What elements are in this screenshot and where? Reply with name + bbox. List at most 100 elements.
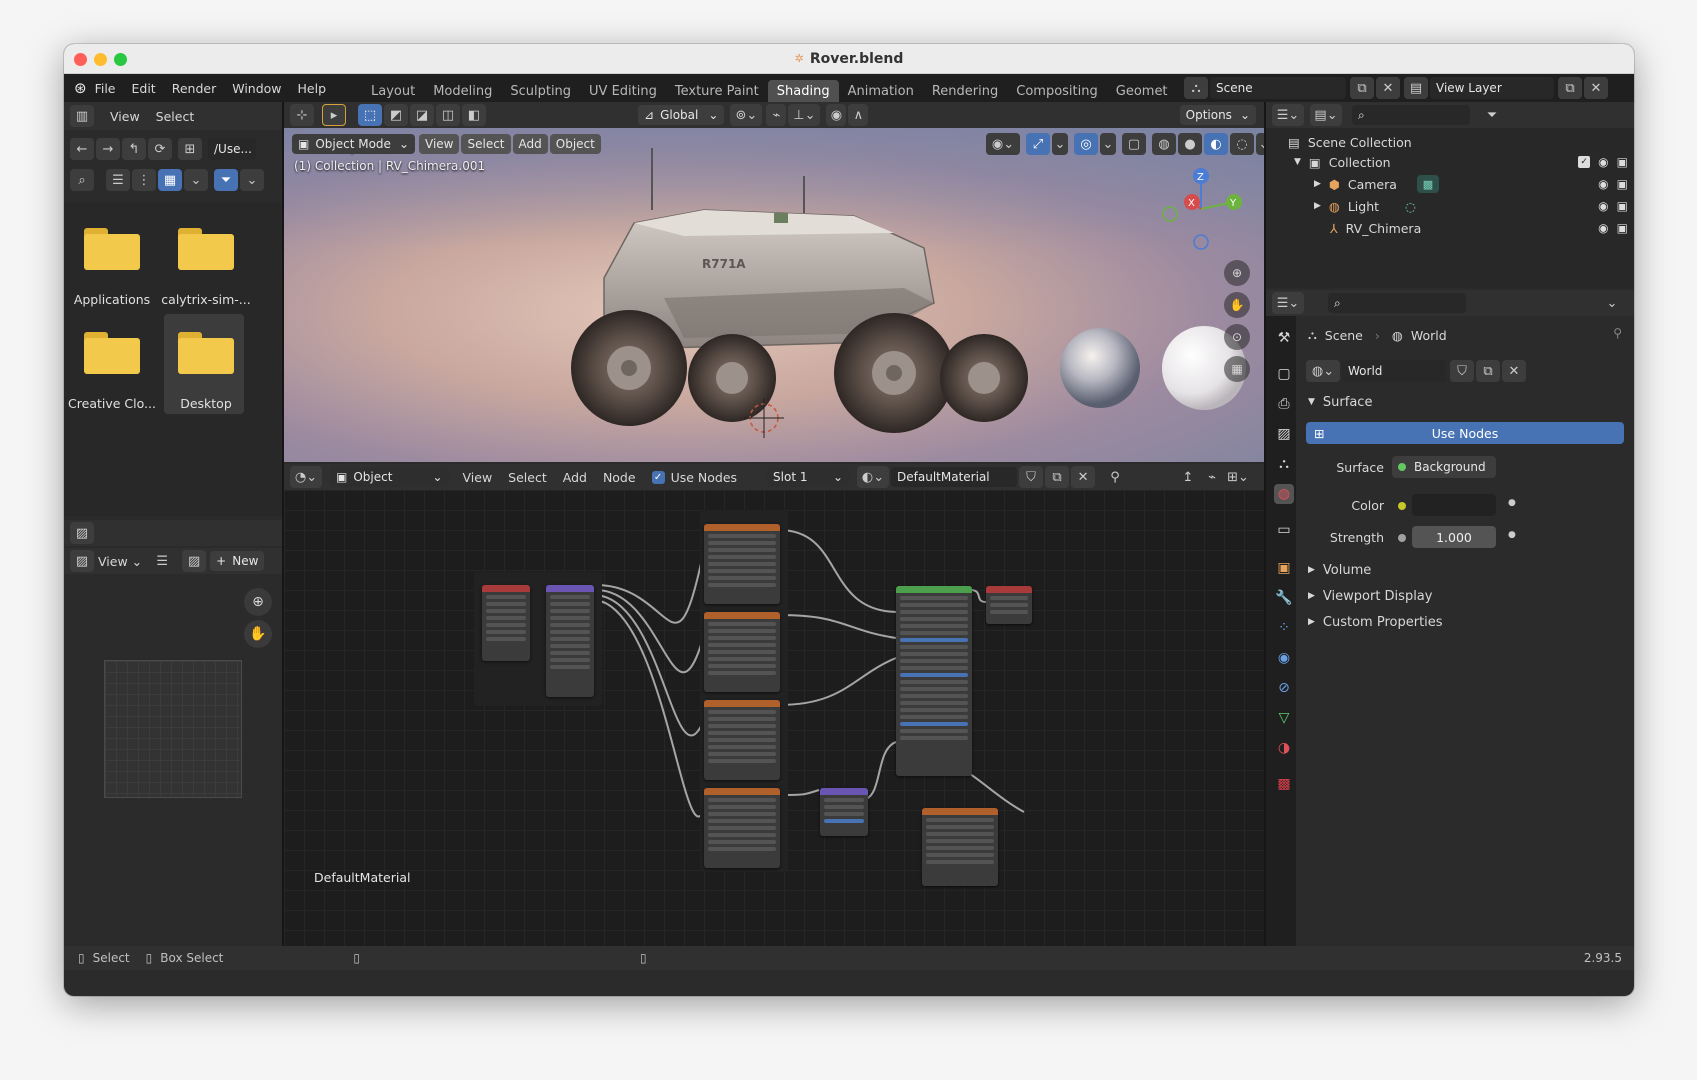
visibility-icon[interactable]: ◉⌄	[986, 133, 1020, 155]
viewport-view-menu[interactable]: View	[419, 134, 460, 154]
duplicate-world-icon[interactable]: ⧉	[1476, 360, 1500, 382]
physics-tab-icon[interactable]: ◉	[1274, 648, 1294, 668]
viewport-add-menu[interactable]: Add	[512, 134, 548, 154]
viewport-object-menu[interactable]: Object	[549, 134, 601, 154]
modifier-wrench-icon[interactable]: 🔧	[1274, 588, 1294, 608]
view-layer-tab-icon[interactable]: ▨	[1274, 424, 1294, 444]
menu-render[interactable]: Render	[172, 81, 217, 96]
scene-name-field[interactable]: Scene	[1210, 77, 1346, 99]
scene-tab-icon[interactable]: ⛬	[1274, 454, 1294, 474]
tab-uv-editing[interactable]: UV Editing	[580, 80, 666, 102]
file-browser-view-menu[interactable]: View	[110, 109, 140, 124]
folder-label[interactable]: calytrix-sim-...	[158, 292, 254, 307]
light-data-icon[interactable]: ◌	[1405, 199, 1416, 214]
menu-file[interactable]: File	[95, 81, 116, 96]
world-name-field[interactable]: World	[1342, 360, 1446, 382]
snap-icon[interactable]: ⌁	[766, 104, 787, 126]
color-socket-icon[interactable]	[1398, 502, 1406, 510]
keyframe-dot-icon[interactable]: ●	[1508, 530, 1516, 540]
forward-arrow-icon[interactable]: →	[96, 138, 120, 160]
image-texture-node-metallic[interactable]	[704, 612, 780, 692]
texture-coordinate-node[interactable]	[482, 585, 530, 661]
volume-panel-header[interactable]: ▶ Volume	[1308, 560, 1371, 580]
pivot-icon[interactable]: ⊚⌄	[730, 104, 763, 126]
pan-hand-icon[interactable]: ✋	[244, 620, 272, 648]
folder-label[interactable]: Applications	[64, 292, 160, 307]
color-swatch[interactable]	[1412, 494, 1496, 516]
eye-icon[interactable]: ◉	[1598, 155, 1608, 169]
tab-modeling[interactable]: Modeling	[424, 80, 501, 102]
editor-type-icon[interactable]: ☰⌄	[1272, 292, 1304, 314]
editor-type-icon[interactable]: ☰⌄	[1272, 104, 1304, 126]
unlink-material-icon[interactable]: ✕	[1071, 466, 1096, 488]
unlink-world-icon[interactable]: ✕	[1502, 360, 1526, 382]
fake-user-shield-icon[interactable]: ⛉	[1450, 360, 1474, 382]
back-arrow-icon[interactable]: ←	[70, 138, 94, 160]
desktop-folder-icon[interactable]	[178, 330, 234, 374]
tab-texture-paint[interactable]: Texture Paint	[666, 80, 768, 102]
zoom-window-button[interactable]	[114, 53, 127, 66]
outliner-row-camera[interactable]: ▶ ⬢ Camera ▩ ◉ ▣	[1314, 174, 1628, 194]
principled-bsdf-node[interactable]	[896, 586, 972, 776]
menu-help[interactable]: Help	[298, 81, 327, 96]
object-mode-dropdown[interactable]: ▣ Object Mode ⌄	[292, 134, 415, 154]
tab-shading[interactable]: Shading	[767, 80, 839, 102]
constraints-tab-icon[interactable]: ⊘	[1274, 678, 1294, 698]
xray-icon[interactable]: ▢	[1122, 133, 1146, 155]
menu-window[interactable]: Window	[232, 81, 281, 96]
editor-type-icon[interactable]: ◔⌄	[290, 466, 322, 488]
horizontal-list-icon[interactable]: ⋮	[132, 169, 156, 191]
select-tool-icon[interactable]: ▸	[322, 104, 346, 126]
render-camera-icon[interactable]: ▣	[1617, 177, 1628, 191]
image-browse-icon[interactable]: ▨	[182, 550, 207, 572]
texture-tab-icon[interactable]: ▩	[1274, 774, 1294, 794]
select-extend-icon[interactable]: ◩	[384, 104, 408, 126]
camera-data-icon[interactable]: ▩	[1416, 175, 1439, 193]
vertical-list-icon[interactable]: ☰	[106, 169, 130, 191]
outliner-row-rv-chimera[interactable]: ⅄ RV_Chimera ◉ ▣	[1330, 218, 1628, 238]
area-divider[interactable]	[282, 102, 284, 946]
node-view-menu[interactable]: View	[463, 470, 493, 485]
eye-icon[interactable]: ◉	[1598, 199, 1608, 213]
mapping-node[interactable]	[546, 585, 594, 697]
search-icon[interactable]: ⌕	[70, 169, 94, 191]
rendered-shading-icon[interactable]: ◌	[1230, 133, 1254, 155]
navigation-gizmo[interactable]: Z Y X	[1156, 164, 1246, 254]
gizmo-chevron-icon[interactable]: ⌄	[1052, 133, 1068, 155]
exclude-checkbox-icon[interactable]: ✓	[1578, 156, 1591, 168]
thumbnails-icon[interactable]: ▦	[158, 169, 182, 191]
value-socket-icon[interactable]	[1398, 534, 1406, 542]
node-select-menu[interactable]: Select	[508, 470, 547, 485]
collection-tab-icon[interactable]: ▭	[1274, 520, 1294, 540]
viewport-display-panel-header[interactable]: ▶ Viewport Display	[1308, 586, 1432, 606]
select-intersect-icon[interactable]: ◧	[462, 104, 486, 126]
perspective-grid-icon[interactable]: ▦	[1224, 356, 1250, 382]
gizmo-toggle-icon[interactable]: ⤢	[1026, 133, 1050, 155]
use-nodes-button[interactable]: ⊞ Use Nodes	[1306, 422, 1624, 444]
blender-logo-icon[interactable]: ⊛	[74, 79, 87, 97]
material-output-node[interactable]	[986, 586, 1032, 624]
hamburger-menu-icon[interactable]: ☰	[150, 550, 174, 572]
outliner-row-collection[interactable]: ▼ ▣ Collection ✓ ◉ ▣	[1294, 152, 1628, 172]
delete-scene-icon[interactable]: ✕	[1376, 77, 1400, 99]
tab-rendering[interactable]: Rendering	[923, 80, 1007, 102]
image-view-menu[interactable]: View	[98, 554, 128, 569]
properties-options-chevron-icon[interactable]: ⌄	[1600, 292, 1624, 314]
surface-panel-header[interactable]: ▼ Surface	[1308, 392, 1372, 412]
options-dropdown[interactable]: Options ⌄	[1179, 105, 1256, 125]
image-texture-node-roughness[interactable]	[704, 700, 780, 780]
render-camera-icon[interactable]: ▣	[1617, 155, 1628, 169]
pan-hand-icon[interactable]: ✋	[1224, 292, 1250, 318]
zoom-icon[interactable]: ⊕	[244, 588, 272, 616]
slot-dropdown[interactable]: Slot 1 ⌄	[767, 467, 850, 487]
filter-chevron-icon[interactable]: ⌄	[240, 169, 264, 191]
object-tab-icon[interactable]: ▣	[1274, 558, 1294, 578]
outliner-row-light[interactable]: ▶ ◍ Light ◌ ◉ ▣	[1314, 196, 1628, 216]
pin-icon[interactable]: ⚲	[1103, 466, 1127, 488]
tab-geometry-nodes[interactable]: Geomet	[1107, 80, 1177, 102]
strength-field[interactable]: 1.000	[1412, 526, 1496, 548]
parent-dir-icon[interactable]: ↰	[122, 138, 146, 160]
select-invert-icon[interactable]: ◫	[436, 104, 460, 126]
data-tab-icon[interactable]: ▽	[1274, 708, 1294, 728]
overlay-chevron-icon[interactable]: ⌄	[1100, 133, 1116, 155]
